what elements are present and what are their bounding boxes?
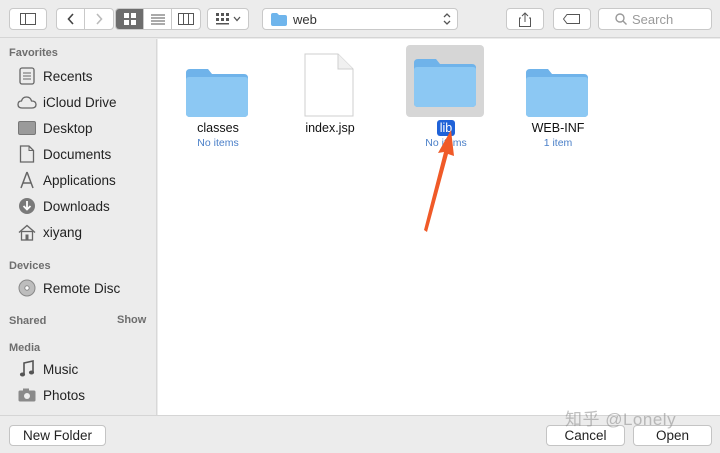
file-name: index.jsp — [305, 121, 355, 135]
file-name: WEB-INF — [531, 121, 585, 135]
clock-icon — [17, 66, 37, 86]
sidebar-item-recents[interactable]: Recents — [17, 65, 93, 87]
cloud-icon — [17, 92, 37, 112]
arrange-grid-icon — [215, 13, 229, 25]
watermark: 知乎 @Lonely — [565, 410, 677, 429]
toolbar: web Search — [0, 0, 720, 38]
back-forward-group — [56, 8, 114, 30]
view-mode-group — [115, 8, 201, 30]
icon-view-button[interactable] — [116, 9, 144, 29]
sidebar-item-music[interactable]: Music — [17, 358, 78, 380]
sidebar-toggle-button[interactable] — [9, 8, 47, 30]
music-icon — [17, 359, 37, 379]
chevron-right-icon — [96, 13, 103, 25]
sidebar: Favorites Recents iCloud Drive Desktop D… — [0, 39, 157, 415]
tags-button[interactable] — [553, 8, 591, 30]
file-item-index-jsp[interactable]: index.jsp — [270, 41, 390, 151]
search-field[interactable]: Search — [598, 8, 712, 30]
new-folder-button[interactable]: New Folder — [9, 425, 106, 446]
shared-header: Shared — [9, 315, 47, 327]
sidebar-item-label: Desktop — [43, 120, 93, 136]
search-placeholder: Search — [632, 11, 674, 27]
folder-icon — [271, 12, 287, 26]
sidebar-item-home[interactable]: xiyang — [17, 221, 82, 243]
sidebar-item-label: xiyang — [43, 224, 83, 240]
sidebar-item-label: Applications — [43, 172, 116, 188]
columns-icon — [178, 13, 194, 25]
sidebar-item-desktop[interactable]: Desktop — [17, 117, 93, 139]
chevron-left-icon — [66, 13, 74, 25]
home-icon — [17, 222, 37, 242]
column-view-button[interactable] — [172, 9, 200, 29]
sidebar-item-documents[interactable]: Documents — [17, 143, 111, 165]
sidebar-item-icloud-drive[interactable]: iCloud Drive — [17, 91, 117, 113]
folder-icon — [518, 45, 596, 117]
document-icon — [290, 45, 368, 117]
sidebar-item-label: Music — [43, 361, 79, 377]
camera-icon — [17, 385, 37, 405]
path-popup[interactable]: web — [262, 8, 458, 30]
icon-grid-icon — [123, 13, 136, 25]
sidebar-item-photos[interactable]: Photos — [17, 384, 85, 406]
shared-show-toggle[interactable]: Show — [117, 314, 146, 326]
media-header: Media — [9, 342, 41, 354]
forward-button[interactable] — [85, 9, 113, 29]
sidebar-item-applications[interactable]: Applications — [17, 169, 116, 191]
file-info: No items — [197, 137, 239, 149]
file-browser: classes No items index.jsp lib No items … — [158, 39, 720, 415]
path-label: web — [293, 11, 317, 27]
arrange-button[interactable] — [207, 8, 249, 30]
share-button[interactable] — [506, 8, 544, 30]
list-view-button[interactable] — [144, 9, 172, 29]
sidebar-item-label: Remote Disc — [43, 280, 121, 296]
folder-icon — [414, 59, 476, 107]
file-info: 1 item — [543, 137, 573, 149]
sidebar-item-label: Recents — [43, 68, 93, 84]
folder-icon — [178, 45, 256, 117]
annotation-arrow-icon — [424, 130, 454, 232]
file-name: classes — [197, 121, 239, 135]
devices-header: Devices — [9, 260, 51, 272]
sidebar-item-label: Photos — [43, 387, 86, 403]
favorites-header: Favorites — [9, 47, 58, 59]
updown-chevron-icon — [443, 13, 451, 25]
search-icon — [615, 13, 627, 25]
disc-icon — [17, 278, 37, 298]
sidebar-item-downloads[interactable]: Downloads — [17, 195, 110, 217]
sidebar-item-remote-disc[interactable]: Remote Disc — [17, 277, 120, 299]
document-icon — [17, 144, 37, 164]
tag-icon — [563, 14, 580, 24]
desktop-icon — [17, 118, 37, 138]
file-item-web-inf[interactable]: WEB-INF 1 item — [498, 41, 618, 151]
sidebar-item-label: Documents — [43, 146, 112, 162]
sidebar-icon — [20, 13, 36, 25]
share-icon — [519, 11, 531, 27]
selected-folder-thumb — [406, 45, 484, 117]
sidebar-item-label: Downloads — [43, 198, 110, 214]
file-item-classes[interactable]: classes No items — [158, 41, 278, 151]
download-icon — [17, 196, 37, 216]
applications-icon — [17, 170, 37, 190]
list-icon — [150, 14, 165, 25]
chevron-down-icon — [233, 16, 240, 22]
back-button[interactable] — [57, 9, 85, 29]
sidebar-item-label: iCloud Drive — [43, 94, 117, 110]
